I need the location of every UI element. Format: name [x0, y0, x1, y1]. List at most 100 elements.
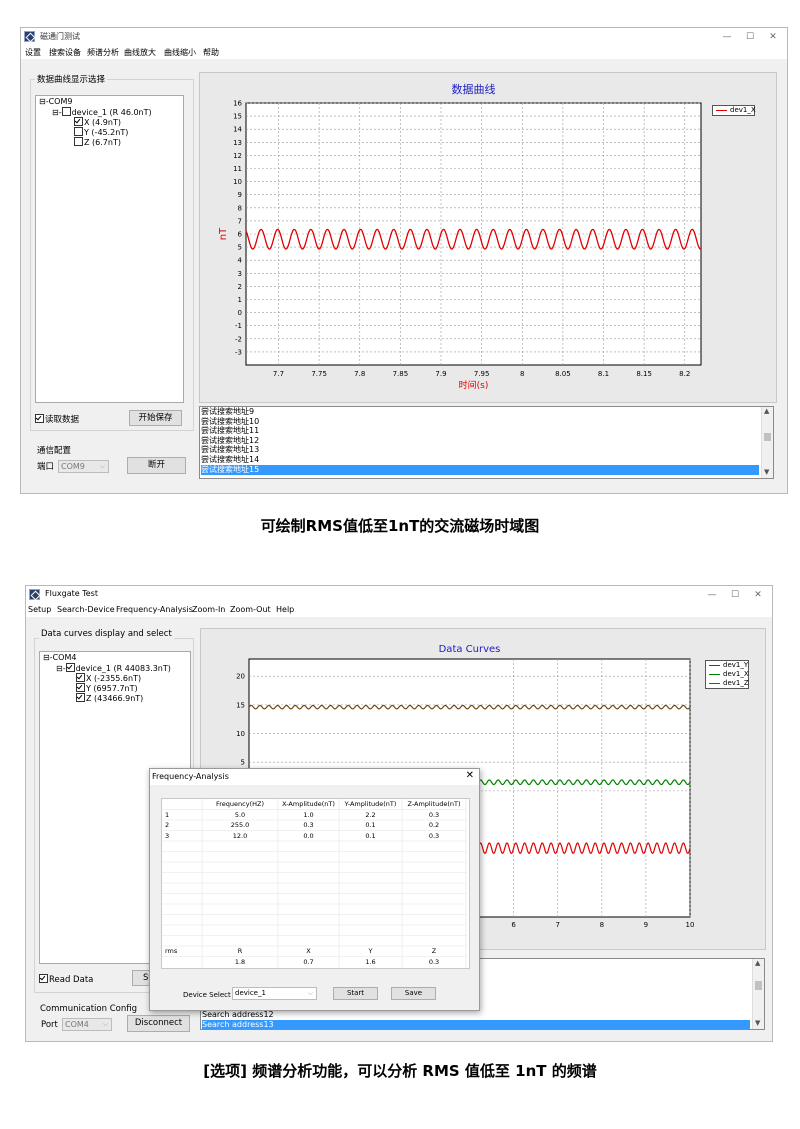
tree-port[interactable]: ⊟-COM4 [43, 653, 76, 663]
log-line[interactable]: 尝试搜索地址12 [201, 436, 759, 446]
rms-header-cell: Y [368, 947, 373, 955]
app-window-english: Fluxgate Test — ☐ ✕ Setup Search-Device … [25, 585, 773, 1042]
legend-item-dev1-x: dev1_X [713, 106, 756, 115]
dialog-close-icon[interactable]: ✕ [466, 770, 474, 781]
scroll-up-icon[interactable]: ▲ [764, 407, 769, 415]
app-window-chinese: 磁通门测试 — ☐ ✕ 设置 搜索设备 频谱分析 曲线放大 曲线缩小 帮助 数据… [20, 27, 788, 494]
menu-zoom-out[interactable]: 曲线缩小 [164, 47, 196, 58]
tree-channel-z[interactable]: Z (6.7nT) [74, 137, 121, 148]
log-scrollbar[interactable]: ▲ ▼ [761, 407, 773, 478]
menu-frequency-analysis[interactable]: 频谱分析 [87, 47, 119, 58]
read-data-check-icon[interactable] [35, 414, 44, 423]
menu-setup[interactable]: Setup [28, 605, 51, 614]
x-tick-label: 10 [686, 921, 695, 929]
channel-y-checkbox[interactable] [76, 683, 85, 692]
chart-title: 数据曲线 [452, 82, 496, 96]
title-bar: 磁通门测试 — ☐ ✕ [21, 28, 787, 46]
channel-z-checkbox[interactable] [74, 137, 83, 146]
menu-setup[interactable]: 设置 [25, 47, 41, 58]
search-log-list[interactable]: 尝试搜索地址9 尝试搜索地址10 尝试搜索地址11 尝试搜索地址12 尝试搜索地址13 尝… [199, 406, 774, 479]
log-line[interactable]: Search address13 [202, 1019, 750, 1029]
log-line[interactable]: Search address12 [202, 1010, 750, 1020]
dialog-save-button[interactable]: Save [391, 987, 436, 1000]
menu-zoom-in[interactable]: 曲线放大 [124, 47, 156, 58]
device-checkbox[interactable] [65, 663, 75, 672]
port-select[interactable]: COM4 ⌵ [62, 1018, 112, 1031]
app-icon [29, 589, 40, 600]
y-tick-label: 2 [238, 283, 242, 291]
disconnect-button[interactable]: 断开 [127, 457, 186, 474]
chart-panel: 数据曲线 7.7 7.75 7.8 7.85 7.9 7.95 8 8.05 8.1 8.15 8.2… [199, 72, 777, 403]
rms-value-cell: 1.6 [365, 957, 376, 966]
log-line[interactable]: 尝试搜索地址15 [201, 464, 759, 475]
menu-zoom-out[interactable]: Zoom-Out [230, 605, 271, 614]
legend-item-dev1-z: dev1_Z [706, 679, 749, 688]
menu-search-device[interactable]: 搜索设备 [49, 47, 81, 58]
channel-y-checkbox[interactable] [74, 127, 83, 136]
table-cell: 5.0 [234, 810, 246, 819]
table-header-cell: Frequency(HZ) [216, 800, 264, 808]
rms-label: rms [165, 947, 178, 955]
rms-value-cell: 1.8 [234, 957, 246, 966]
close-icon[interactable]: ✕ [748, 587, 768, 603]
log-line[interactable]: 尝试搜索地址9 [201, 407, 759, 417]
dialog-start-button[interactable]: Start [333, 987, 378, 1000]
frequency-table[interactable]: Frequency(HZ) X-Amplitude(nT) Y-Amplitude(… [161, 798, 470, 969]
log-line[interactable]: 尝试搜索地址11 [201, 426, 759, 436]
maximize-icon[interactable]: ☐ [725, 587, 745, 603]
tree-channel-z[interactable]: Z (43466.9nT) [76, 693, 143, 704]
caption-spectrum: [选项] 频谱分析功能，可以分析 RMS 值低至 1nT 的频谱 [203, 1062, 597, 1080]
scroll-down-icon[interactable]: ▼ [764, 468, 769, 476]
start-save-button[interactable]: 开始保存 [129, 410, 182, 426]
channel-x-checkbox[interactable] [76, 673, 85, 682]
log-line[interactable]: 尝试搜索地址13 [201, 445, 759, 455]
table-cell: 0.1 [365, 831, 376, 840]
port-select[interactable]: COM9 ⌵ [58, 460, 109, 473]
title-bar: Fluxgate Test — ☐ ✕ [26, 586, 772, 604]
scroll-down-icon[interactable]: ▼ [755, 1019, 760, 1027]
curve-select-group-title: Data curves display and select [39, 629, 174, 639]
menu-help[interactable]: 帮助 [203, 47, 219, 58]
read-data-checkbox[interactable]: Read Data [39, 974, 93, 985]
chart-title: Data Curves [439, 644, 501, 655]
menu-help[interactable]: Help [276, 605, 294, 614]
disconnect-button[interactable]: Disconnect [127, 1015, 190, 1032]
table-cell: 1.0 [303, 810, 314, 819]
menu-bar: Setup Search-Device Frequency-Analysis Z… [26, 604, 772, 617]
comm-config-group-title: 通信配置 [37, 444, 72, 456]
maximize-icon[interactable]: ☐ [740, 29, 760, 45]
comm-config-group-title: Communication Config [40, 1004, 137, 1014]
x-tick-label: 8.15 [636, 370, 652, 378]
x-tick-label: 8 [520, 370, 524, 378]
log-scrollbar[interactable]: ▲ ▼ [752, 959, 764, 1029]
y-tick-label: 8 [238, 204, 242, 212]
device-select[interactable]: device_1 ⌵ [232, 987, 317, 1000]
read-data-check-icon[interactable] [39, 974, 48, 983]
menu-frequency-analysis[interactable]: Frequency-Analysis [116, 605, 193, 614]
curve-select-group-title: 数据曲线显示选择 [35, 73, 108, 85]
minimize-icon[interactable]: — [702, 587, 722, 603]
log-line[interactable]: 尝试搜索地址14 [201, 455, 759, 465]
device-tree[interactable]: ⊟-COM9 ⊟- device_1 (R 46.0nT) X (4.9nT) Y… [35, 95, 184, 403]
scroll-thumb[interactable] [764, 433, 771, 441]
device-checkbox[interactable] [61, 107, 71, 116]
tree-port[interactable]: ⊟-COM9 [39, 97, 72, 107]
rms-value-cell: 0.7 [303, 957, 314, 966]
x-tick-label: 7.75 [311, 370, 327, 378]
log-line[interactable]: 尝试搜索地址10 [201, 417, 759, 427]
scroll-up-icon[interactable]: ▲ [755, 959, 760, 967]
app-icon [24, 31, 35, 42]
channel-x-checkbox[interactable] [74, 117, 83, 126]
close-icon[interactable]: ✕ [763, 29, 783, 45]
channel-z-checkbox[interactable] [76, 693, 85, 702]
y-tick-label: 11 [233, 165, 242, 173]
table-cell: 255.0 [230, 821, 250, 829]
scroll-thumb[interactable] [755, 981, 762, 990]
menu-zoom-in[interactable]: Zoom-In [192, 605, 225, 614]
menu-search-device[interactable]: Search-Device [57, 605, 115, 614]
x-tick-label: 7.85 [393, 370, 409, 378]
read-data-checkbox[interactable]: 读取数据 [35, 414, 79, 425]
y-tick-label: 10 [233, 178, 242, 186]
y-tick-label: 7 [238, 217, 242, 225]
minimize-icon[interactable]: — [717, 29, 737, 45]
